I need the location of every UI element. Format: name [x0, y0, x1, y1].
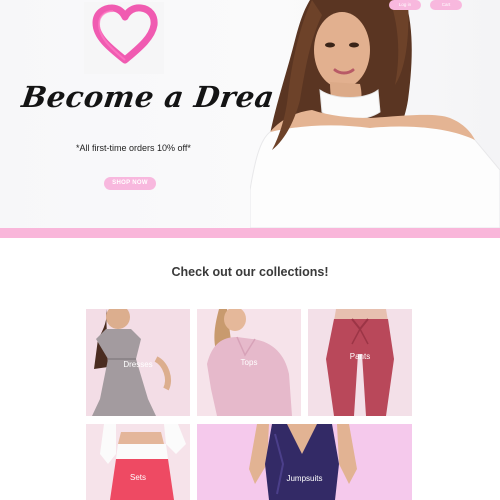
hero-model-image: [250, 0, 500, 228]
collection-tile-sets[interactable]: Sets: [86, 424, 190, 500]
login-button[interactable]: Log in: [389, 0, 421, 10]
pink-divider-band: [0, 228, 500, 238]
collection-label: Jumpsuits: [286, 474, 323, 483]
collections-title: Check out our collections!: [171, 265, 329, 279]
heart-logo-icon: [92, 4, 158, 64]
cart-button[interactable]: Cart: [430, 0, 462, 10]
pants-image: [308, 309, 412, 416]
collection-label: Tops: [240, 358, 258, 367]
jumpsuits-image: [197, 424, 412, 500]
collection-tile-pants[interactable]: Pants: [308, 309, 412, 416]
collection-tile-jumpsuits[interactable]: Jumpsuits: [197, 424, 412, 500]
collection-label: Sets: [129, 473, 146, 482]
collection-label: Dresses: [123, 360, 153, 369]
sets-image: [86, 424, 190, 500]
shop-now-button[interactable]: SHOP NOW: [104, 177, 156, 190]
logo[interactable]: [84, 2, 164, 74]
hero-banner: Become a Drea Doll *All first-time order…: [0, 0, 500, 228]
collection-tile-tops[interactable]: Tops: [197, 309, 301, 416]
collection-label: Pants: [349, 352, 371, 361]
promo-text: *All first-time orders 10% off*: [76, 143, 191, 153]
collection-tile-dresses[interactable]: Dresses: [86, 309, 190, 416]
